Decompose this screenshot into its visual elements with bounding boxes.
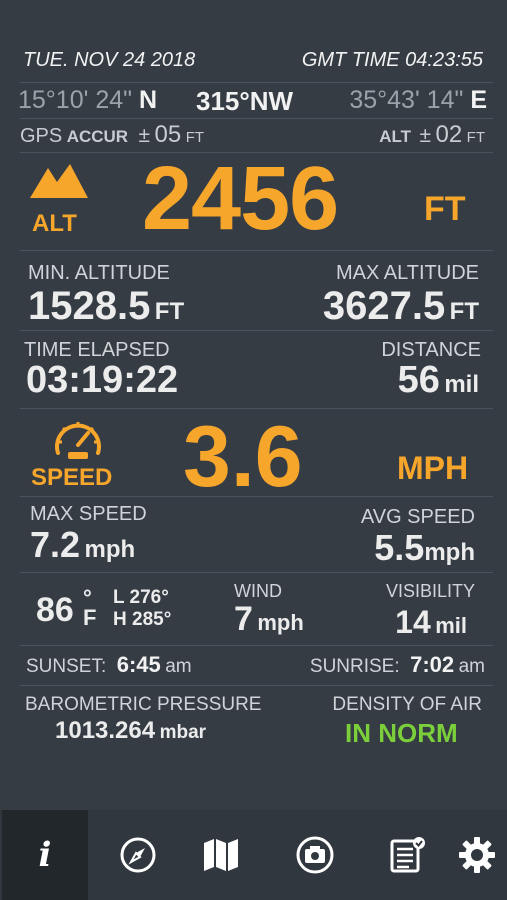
latitude: 15°10' 24" N — [18, 86, 157, 115]
pressure-value: 1013.264 — [55, 717, 156, 744]
divider — [20, 685, 493, 686]
time-elapsed-value: 03:19:22 — [26, 359, 179, 401]
wind-label: WIND — [234, 581, 282, 601]
visibility-unit: mil — [435, 613, 467, 638]
avg-speed-value: 5.5 — [374, 527, 425, 568]
nav-map-button[interactable] — [178, 810, 264, 900]
avg-speed: 5.5mph — [374, 527, 475, 569]
speedometer-icon — [55, 422, 101, 459]
pressure-label: BAROMETRIC PRESSURE — [25, 694, 262, 715]
camera-icon — [296, 836, 334, 874]
max-speed: 7.2 mph — [30, 524, 135, 566]
altitude-unit: FT — [424, 190, 466, 228]
sunrise-unit: am — [458, 656, 485, 677]
gps-accuracy: GPS ACCUR ± 05 FT — [20, 121, 204, 149]
speed-value: 3.6 — [183, 409, 303, 505]
nav-camera-button[interactable] — [272, 810, 358, 900]
alt-accuracy-value: 02 — [435, 121, 463, 148]
wind-unit: mph — [257, 610, 304, 635]
map-icon — [204, 839, 238, 871]
date-label: TUE. NOV 24 2018 — [23, 49, 196, 71]
visibility: 14 mil — [395, 604, 467, 641]
heading-value: 315°NW — [196, 86, 294, 116]
pressure: 1013.264 mbar — [55, 717, 206, 745]
latitude-direction: N — [138, 86, 158, 114]
max-speed-unit: mph — [84, 536, 136, 563]
temperature-unit: F — [83, 605, 97, 630]
speed-unit: MPH — [397, 450, 469, 486]
info-icon: i — [38, 835, 52, 875]
avg-speed-label: AVG SPEED — [360, 506, 475, 528]
accur-label: ACCUR — [66, 127, 129, 146]
divider — [20, 330, 493, 331]
visibility-label: VISIBILITY — [385, 581, 475, 601]
max-altitude-label: MAX ALTITUDE — [336, 262, 479, 284]
altitude-label: ALT — [32, 210, 77, 237]
divider — [20, 82, 493, 83]
min-altitude-unit: FT — [154, 298, 185, 325]
max-altitude: 3627.5 FT — [323, 284, 479, 329]
max-speed-value: 7.2 — [30, 524, 81, 565]
nav-compass-button[interactable] — [95, 810, 181, 900]
pressure-unit: mbar — [159, 722, 207, 743]
sunset-label: SUNSET: — [26, 656, 107, 677]
wind: 7 mph — [234, 600, 304, 639]
air-density-value: IN NORM — [345, 718, 458, 748]
gmt-time-label: GMT TIME 04:23:55 — [301, 49, 483, 71]
divider — [20, 496, 493, 497]
air-density-label: DENSITY OF AIR — [332, 694, 482, 715]
distance-value: 56 — [397, 359, 440, 401]
sunrise-label: SUNRISE: — [309, 656, 400, 677]
alt-plus-minus: ± — [419, 124, 432, 147]
bottom-navigation: i — [0, 810, 507, 900]
accur-plus-minus: ± — [138, 124, 151, 147]
compass-icon — [120, 837, 156, 873]
max-altitude-unit: FT — [449, 298, 479, 325]
distance-unit: mil — [444, 371, 479, 398]
nav-info-button[interactable]: i — [2, 810, 88, 900]
longitude: 35°43' 14" E — [349, 86, 487, 115]
max-speed-label: MAX SPEED — [30, 503, 147, 525]
divider — [20, 645, 493, 646]
accur-value: 05 — [154, 121, 182, 148]
temperature-value: 86 — [36, 591, 74, 629]
longitude-value: 35°43' 14" — [349, 86, 464, 114]
wind-value: 7 — [234, 600, 253, 638]
mountain-icon — [30, 164, 88, 198]
gps-label: GPS — [20, 125, 63, 147]
divider — [20, 572, 493, 573]
distance: 56 mil — [398, 359, 479, 402]
divider — [20, 118, 493, 119]
alt-accuracy-unit: FT — [466, 129, 485, 146]
min-altitude: 1528.5 FT — [28, 284, 184, 329]
min-altitude-label: MIN. ALTITUDE — [28, 262, 170, 284]
alt-accuracy-label: ALT — [379, 127, 412, 146]
sunset-unit: am — [165, 656, 192, 677]
nav-settings-button[interactable] — [434, 810, 507, 900]
divider — [20, 250, 493, 251]
longitude-direction: E — [470, 86, 487, 114]
sunset: SUNSET: 6:45 am — [26, 652, 192, 678]
min-altitude-value: 1528.5 — [28, 284, 151, 328]
max-altitude-value: 3627.5 — [322, 284, 446, 328]
altitude-accuracy: ALT ± 02 FT — [379, 121, 485, 149]
latitude-value: 15°10' 24" — [18, 86, 133, 114]
speed-label: SPEED — [31, 464, 113, 491]
sunrise: SUNRISE: 7:02 am — [310, 652, 485, 678]
sunset-value: 6:45 — [116, 652, 161, 677]
sunrise-value: 7:02 — [410, 652, 455, 677]
notes-icon — [390, 837, 425, 873]
gear-icon — [459, 837, 495, 873]
visibility-value: 14 — [395, 604, 431, 640]
altitude-value: 2456 — [142, 149, 339, 249]
temperature-low: L 276° — [113, 587, 169, 608]
accur-unit: FT — [185, 129, 205, 146]
avg-speed-unit: mph — [424, 539, 475, 566]
temperature-high: H 285° — [113, 609, 172, 630]
